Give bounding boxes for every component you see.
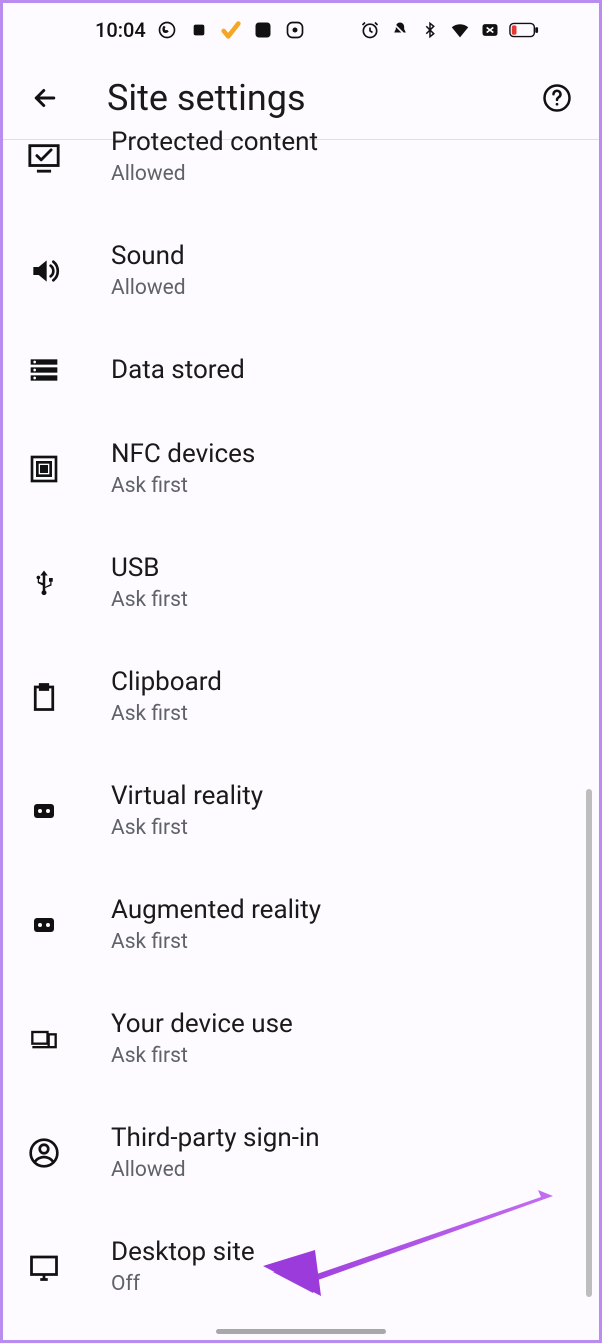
protected-content-icon	[27, 140, 61, 174]
item-title: Your device use	[111, 1008, 575, 1041]
item-title: Third-party sign-in	[111, 1122, 575, 1155]
clipboard-icon	[27, 680, 61, 714]
item-title: Virtual reality	[111, 780, 575, 813]
vr-icon	[27, 794, 61, 828]
item-sub: Ask first	[111, 586, 575, 614]
item-sound[interactable]: Sound Allowed	[3, 214, 599, 328]
status-time: 10:04	[95, 18, 146, 42]
bluetooth-icon	[419, 19, 441, 41]
item-sub: Ask first	[111, 814, 575, 842]
usb-icon	[27, 566, 61, 600]
check-icon	[220, 19, 242, 41]
desktop-icon	[27, 1250, 61, 1284]
battery-icon	[509, 19, 539, 41]
wifi-icon	[449, 19, 471, 41]
nfc-icon	[27, 452, 61, 486]
status-bar: 10:04	[3, 3, 599, 57]
item-title: NFC devices	[111, 438, 575, 471]
item-sub: Ask first	[111, 928, 575, 956]
circle-icon	[284, 19, 306, 41]
alarm-icon	[359, 19, 381, 41]
app-icon	[188, 19, 210, 41]
ar-icon	[27, 908, 61, 942]
item-clipboard[interactable]: Clipboard Ask first	[3, 640, 599, 754]
nav-handle[interactable]	[216, 1329, 386, 1334]
devices-icon	[27, 1022, 61, 1056]
item-data-stored[interactable]: Data stored	[3, 328, 599, 412]
back-button[interactable]	[21, 74, 69, 122]
arrow-left-icon	[30, 83, 60, 113]
item-title: Desktop site	[111, 1236, 575, 1269]
settings-list: Protected content Allowed Sound Allowed …	[3, 100, 599, 1324]
item-title: USB	[111, 552, 575, 585]
scrollbar-thumb[interactable]	[586, 789, 592, 1297]
note-icon	[252, 19, 274, 41]
item-nfc-devices[interactable]: NFC devices Ask first	[3, 412, 599, 526]
item-desktop-site[interactable]: Desktop site Off	[3, 1210, 599, 1324]
help-button[interactable]	[533, 74, 581, 122]
account-icon	[27, 1136, 61, 1170]
item-sub: Ask first	[111, 472, 575, 500]
page-title: Site settings	[107, 77, 533, 119]
item-sub: Ask first	[111, 700, 575, 728]
storage-icon	[27, 353, 61, 387]
item-title: Clipboard	[111, 666, 575, 699]
item-usb[interactable]: USB Ask first	[3, 526, 599, 640]
item-sub: Allowed	[111, 1156, 575, 1184]
item-sub: Allowed	[111, 160, 575, 188]
item-title: Protected content	[111, 126, 575, 159]
item-title: Augmented reality	[111, 894, 575, 927]
sound-icon	[27, 254, 61, 288]
item-third-party-sign-in[interactable]: Third-party sign-in Allowed	[3, 1096, 599, 1210]
help-icon	[542, 83, 572, 113]
signal-icon	[479, 19, 501, 41]
item-your-device-use[interactable]: Your device use Ask first	[3, 982, 599, 1096]
item-sub: Allowed	[111, 274, 575, 302]
item-sub: Off	[111, 1270, 575, 1298]
item-virtual-reality[interactable]: Virtual reality Ask first	[3, 754, 599, 868]
item-sub: Ask first	[111, 1042, 575, 1070]
item-augmented-reality[interactable]: Augmented reality Ask first	[3, 868, 599, 982]
item-title: Sound	[111, 240, 575, 273]
mute-icon	[389, 19, 411, 41]
whatsapp-icon	[156, 19, 178, 41]
item-title: Data stored	[111, 354, 575, 387]
